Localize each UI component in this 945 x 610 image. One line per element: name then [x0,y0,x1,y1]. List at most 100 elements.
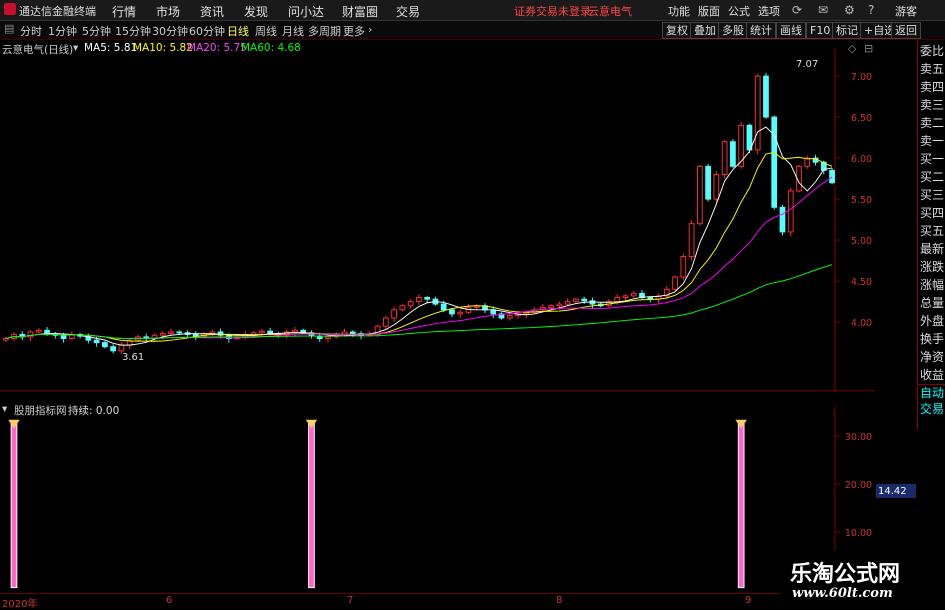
quote-field-1[interactable]: 卖五 [920,62,945,76]
candle-body [614,297,621,303]
quote-field-11[interactable]: 最新 [920,242,945,256]
period-15min[interactable]: 15分钟 [115,23,151,39]
period-5min[interactable]: 5分钟 [82,23,111,39]
candle-body [672,276,678,290]
candle-body [292,329,298,333]
guest-user[interactable]: 游客 [895,3,917,19]
y-tick-label: 6.50 [851,113,872,124]
candle-body [721,141,728,175]
quote-field-13[interactable]: 涨幅 [920,278,945,292]
signal-bar [10,421,18,589]
menu-zixun[interactable]: 资讯 [200,3,224,20]
quote-field-6[interactable]: 买一 [920,152,945,166]
period-30min[interactable]: 30分钟 [152,23,188,39]
period-monthly[interactable]: 月线 [282,23,304,39]
candle-body [159,333,166,336]
quote-field-3[interactable]: 卖三 [920,98,945,112]
quote-field-5[interactable]: 卖一 [920,134,945,148]
refresh-icon[interactable]: ⟳ [792,3,802,17]
indicator-chart[interactable]: 30.00 20.00 10.00 [0,402,875,592]
period-fenshi[interactable]: 分时 [20,23,42,39]
candle-body [35,329,42,333]
candle-body [564,301,571,305]
quote-field-9[interactable]: 买四 [920,206,945,220]
chevron-right-icon[interactable]: › [368,23,372,36]
candlestick-chart[interactable]: 7.00 6.50 6.00 5.50 5.00 4.50 4.00 [0,40,875,400]
tool-duogu[interactable]: 多股 [718,22,748,39]
tool-diejia[interactable]: 叠加 [690,22,720,39]
help-icon[interactable]: ? [868,3,874,17]
tool-back[interactable]: 返回 [891,22,921,39]
auto-trade-label-2[interactable]: 交易 [920,402,945,416]
y-tick-label: 7.00 [851,72,872,83]
quote-field-4[interactable]: 卖二 [920,116,945,130]
x-label-7: 7 [347,595,354,606]
candle-body [506,315,513,319]
candle-body [829,169,835,184]
y-tick-label: 4.50 [851,277,872,288]
period-more[interactable]: 更多 [343,23,365,39]
quote-field-7[interactable]: 买二 [920,170,945,184]
quote-field-2[interactable]: 卖四 [920,80,945,94]
high-price-label: 7.07 [796,59,819,70]
quote-field-18[interactable]: 收益 [920,368,945,382]
candle-body [110,346,117,352]
candle-body [399,305,406,311]
quote-field-15[interactable]: 外盘 [920,314,945,328]
menu-caifuquan[interactable]: 财富圈 [342,3,378,20]
menu-xuanxiang[interactable]: 选项 [758,3,780,19]
candle-body [93,339,100,344]
message-icon[interactable]: ✉ [818,3,828,17]
tool-huaxian[interactable]: 画线 [776,22,806,39]
quote-field-16[interactable]: 换手 [920,332,945,346]
period-multi[interactable]: 多周期 [308,23,341,39]
period-toolbar: ▤ 分时 1分钟 5分钟 15分钟 30分钟 60分钟 日线 周线 月线 多周期… [0,21,945,40]
current-value: 14.42 [878,486,907,497]
candle-body [407,301,414,307]
candle-body [754,75,761,151]
candle-body [548,305,554,308]
menu-banmian[interactable]: 版面 [698,3,720,19]
candle-body [763,75,769,118]
tool-fuquan[interactable]: 复权 [662,22,692,39]
quote-field-10[interactable]: 买五 [920,224,945,238]
auto-trade-label-1[interactable]: 自动 [920,386,945,400]
y-tick-label: 6.00 [851,154,872,165]
quote-field-12[interactable]: 涨跌 [920,260,945,274]
candle-body [449,309,455,315]
candle-body [2,338,9,341]
period-daily[interactable]: 日线 [227,23,249,39]
x-axis-bar: 2020年 6 7 8 9 [0,593,780,610]
tool-tongji[interactable]: 统计 [746,22,776,39]
quote-field-17[interactable]: 净资 [920,350,945,364]
settings-icon[interactable]: ⚙ [844,3,855,17]
candle-body [440,303,447,311]
candle-body [688,223,695,257]
toolbar-left-icon[interactable]: ▤ [4,22,14,35]
tool-f10[interactable]: F10 [806,22,835,39]
quote-field-0[interactable]: 委比 [920,44,945,58]
menu-jiaoyi[interactable]: 交易 [396,3,420,20]
app-title: 通达信金融终端 [19,5,96,18]
x-label-6: 6 [166,595,173,606]
menu-faxian[interactable]: 发现 [244,3,268,20]
period-60min[interactable]: 60分钟 [189,23,225,39]
tool-biaoji[interactable]: 标记 [832,22,862,39]
watermark-url: www.60lt.com [792,586,893,601]
period-1min[interactable]: 1分钟 [48,23,77,39]
candle-body [696,165,703,225]
sub-y-tick-label: 10.00 [845,528,872,539]
menu-wenxiaoda[interactable]: 问小达 [288,3,324,20]
menu-gongshi[interactable]: 公式 [728,3,750,19]
candle-body [787,190,794,233]
period-weekly[interactable]: 周线 [255,23,277,39]
quote-field-8[interactable]: 买三 [920,188,945,202]
candle-body [391,309,397,319]
candle-body [738,124,745,167]
menu-shichang[interactable]: 市场 [156,3,180,20]
menu-gongneng[interactable]: 功能 [668,3,690,19]
quote-field-14[interactable]: 总量 [920,296,945,310]
login-status[interactable]: 证券交易未登录 [514,3,591,19]
menu-hangqing[interactable]: 行情 [112,3,136,20]
candle-body [779,206,786,233]
